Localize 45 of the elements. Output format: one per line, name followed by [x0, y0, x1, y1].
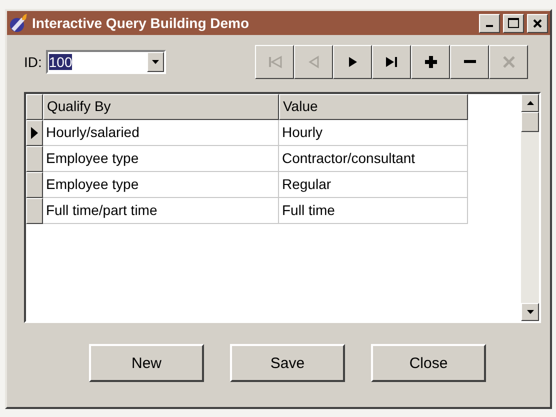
scroll-thumb[interactable] [521, 112, 539, 132]
id-value: 100 [48, 54, 72, 70]
navigator-button[interactable] [450, 45, 489, 79]
table-cell: Employee type [43, 146, 279, 172]
navigator-button[interactable] [372, 45, 411, 79]
maximize-icon [508, 18, 519, 28]
row-selector[interactable] [26, 172, 43, 198]
up-arrow-icon [526, 101, 534, 105]
column-header[interactable]: Qualify By [43, 94, 279, 120]
scroll-down-button[interactable] [521, 303, 539, 321]
previous-record-icon [306, 55, 320, 69]
scroll-up-button[interactable] [521, 94, 539, 112]
row-selector[interactable] [26, 146, 43, 172]
down-arrow-icon [526, 310, 534, 314]
table-cell: Hourly [279, 120, 468, 146]
id-label: ID: [24, 54, 42, 70]
dropdown-button[interactable] [146, 52, 164, 72]
row-selector[interactable] [26, 198, 43, 224]
dialog-button[interactable]: Save [230, 344, 345, 382]
first-record-icon [268, 55, 282, 69]
plus-icon [424, 55, 438, 69]
close-button[interactable] [527, 14, 548, 32]
minimize-button[interactable] [479, 14, 500, 32]
table-cell: Full time/part time [43, 198, 279, 224]
table-cell: Hourly/salaried [43, 120, 279, 146]
table-cell: Regular [279, 172, 468, 198]
close-icon [533, 18, 542, 28]
cross-icon [502, 55, 516, 69]
dialog-button[interactable]: Close [371, 344, 486, 382]
id-combo-box[interactable]: 100 [46, 50, 166, 74]
torch-icon [9, 13, 29, 33]
current-row-icon [31, 127, 38, 139]
vertical-scrollbar[interactable] [521, 94, 539, 321]
last-record-icon [384, 55, 398, 69]
window-title: Interactive Query Building Demo [32, 15, 250, 31]
column-header[interactable]: Value [279, 94, 468, 120]
table-cell: Employee type [43, 172, 279, 198]
row-selector[interactable] [26, 120, 43, 146]
navigator-button[interactable] [333, 45, 372, 79]
maximize-button[interactable] [503, 14, 524, 32]
table-cell: Full time [279, 198, 468, 224]
caret-icon [152, 60, 159, 64]
navigator-button[interactable] [411, 45, 450, 79]
dialog-button[interactable]: New [89, 344, 204, 382]
table-cell: Contractor/consultant [279, 146, 468, 172]
